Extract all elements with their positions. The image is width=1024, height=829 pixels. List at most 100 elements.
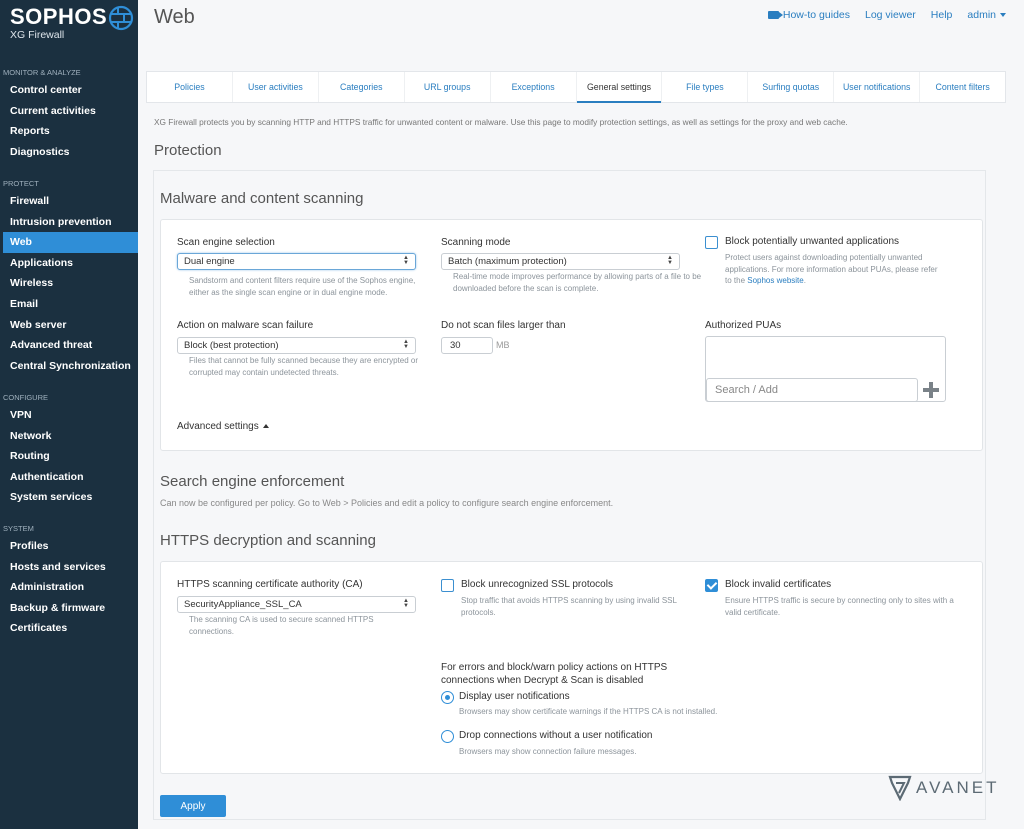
scanning-mode-value: Batch (maximum protection): [448, 256, 567, 267]
select-arrows-icon: ▲ ▼: [403, 255, 409, 266]
display-notifications-help: Browsers may show certificate warnings i…: [459, 707, 718, 716]
search-engine-title: Search engine enforcement: [160, 473, 345, 490]
sidebar-item-applications[interactable]: Applications: [0, 253, 138, 274]
sidebar-item-current-activities[interactable]: Current activities: [0, 101, 138, 122]
scanning-mode-help: Real-time mode improves performance by a…: [453, 272, 702, 293]
ca-help: The scanning CA is used to secure scanne…: [189, 615, 374, 636]
sidebar-item-profiles[interactable]: Profiles: [0, 536, 138, 557]
block-ssl-label: Block unrecognized SSL protocols: [461, 579, 613, 590]
sidebar-item-reports[interactable]: Reports: [0, 121, 138, 142]
help-link[interactable]: Help: [931, 9, 953, 21]
sophos-website-link[interactable]: Sophos website: [747, 276, 803, 285]
malware-section-title: Malware and content scanning: [160, 190, 364, 207]
avanet-watermark: AVANET: [888, 775, 1000, 801]
sidebar-item-diagnostics[interactable]: Diagnostics: [0, 142, 138, 163]
drop-connections-help: Browsers may show connection failure mes…: [459, 747, 637, 756]
display-notifications-radio[interactable]: [441, 691, 454, 704]
tab-exceptions[interactable]: Exceptions: [491, 72, 577, 102]
nav-section-monitor: MONITOR & ANALYZE Control center Current…: [0, 66, 138, 162]
log-viewer-link[interactable]: Log viewer: [865, 9, 916, 21]
nav-heading: PROTECT: [3, 179, 39, 188]
block-pua-help: Protect users against downloading potent…: [725, 252, 945, 287]
block-ssl-checkbox[interactable]: [441, 579, 454, 592]
sophos-logo: SOPHOS XG Firewall: [10, 4, 134, 41]
sidebar-item-central-synchronization[interactable]: Central Synchronization: [0, 356, 138, 377]
tab-file-types[interactable]: File types: [662, 72, 749, 102]
sidebar-item-web[interactable]: Web: [3, 232, 138, 253]
max-size-label: Do not scan files larger than: [441, 320, 566, 331]
max-size-input[interactable]: 30: [441, 337, 493, 354]
user-menu[interactable]: admin: [967, 9, 1006, 21]
scan-failure-label: Action on malware scan failure: [177, 320, 314, 331]
chevron-down-icon: [1000, 13, 1006, 18]
plus-icon[interactable]: [923, 382, 939, 398]
scan-failure-select[interactable]: Block (best protection) ▲ ▼: [177, 337, 416, 354]
max-size-unit: MB: [496, 340, 510, 350]
top-links: How-to guides Log viewer Help admin: [767, 9, 1006, 21]
advanced-settings-toggle[interactable]: Advanced settings: [177, 421, 269, 432]
tab-policies[interactable]: Policies: [147, 72, 233, 102]
sidebar-item-system-services[interactable]: System services: [0, 487, 138, 508]
block-invalid-cert-label: Block invalid certificates: [725, 579, 832, 590]
tab-url-groups[interactable]: URL groups: [405, 72, 491, 102]
sidebar-item-advanced-threat[interactable]: Advanced threat: [0, 335, 138, 356]
sidebar-item-wireless[interactable]: Wireless: [0, 273, 138, 294]
sidebar-item-certificates[interactable]: Certificates: [0, 618, 138, 639]
howto-guides-link[interactable]: How-to guides: [767, 9, 850, 21]
block-pua-checkbox[interactable]: [705, 236, 718, 249]
howto-label: How-to guides: [782, 9, 850, 21]
select-arrows-icon: ▲ ▼: [667, 255, 673, 266]
nav-section-protect: PROTECT Firewall Intrusion prevention We…: [0, 177, 138, 376]
https-title: HTTPS decryption and scanning: [160, 532, 376, 549]
sidebar-item-routing[interactable]: Routing: [0, 446, 138, 467]
authorized-puas-list[interactable]: Search / Add: [705, 336, 946, 402]
advanced-settings-label: Advanced settings: [177, 421, 259, 432]
tab-content-filters[interactable]: Content filters: [920, 72, 1005, 102]
ca-label: HTTPS scanning certificate authority (CA…: [177, 579, 363, 590]
errors-label: For errors and block/warn policy actions…: [441, 662, 668, 686]
sidebar-item-email[interactable]: Email: [0, 294, 138, 315]
sidebar-item-network[interactable]: Network: [0, 426, 138, 447]
user-name: admin: [967, 9, 996, 21]
sidebar-item-intrusion-prevention[interactable]: Intrusion prevention: [0, 212, 138, 233]
logo-product: XG Firewall: [10, 29, 65, 41]
sidebar-item-vpn[interactable]: VPN: [0, 405, 138, 426]
nav-heading: MONITOR & ANALYZE: [3, 68, 81, 77]
scanning-mode-select[interactable]: Batch (maximum protection) ▲ ▼: [441, 253, 680, 270]
select-arrows-icon: ▲ ▼: [403, 339, 409, 350]
apply-button[interactable]: Apply: [160, 795, 226, 817]
sidebar-item-web-server[interactable]: Web server: [0, 315, 138, 336]
block-ssl-help: Stop traffic that avoids HTTPS scanning …: [461, 596, 677, 617]
sidebar-item-administration[interactable]: Administration: [0, 577, 138, 598]
video-camera-icon: [767, 11, 783, 20]
sidebar-item-authentication[interactable]: Authentication: [0, 467, 138, 488]
block-invalid-cert-checkbox[interactable]: [705, 579, 718, 592]
scan-engine-value: Dual engine: [184, 256, 235, 267]
tab-surfing-quotas[interactable]: Surfing quotas: [748, 72, 835, 102]
sidebar-item-firewall[interactable]: Firewall: [0, 191, 138, 212]
tab-categories[interactable]: Categories: [319, 72, 405, 102]
nav-section-configure: CONFIGURE VPN Network Routing Authentica…: [0, 391, 138, 508]
drop-connections-radio[interactable]: [441, 730, 454, 743]
scan-engine-select[interactable]: Dual engine ▲ ▼: [177, 253, 416, 270]
sidebar-item-backup-firmware[interactable]: Backup & firmware: [0, 598, 138, 619]
tab-user-activities[interactable]: User activities: [233, 72, 319, 102]
nav-section-system: SYSTEM Profiles Hosts and services Admin…: [0, 522, 138, 639]
tab-general-settings[interactable]: General settings: [576, 72, 663, 103]
tab-user-notifications[interactable]: User notifications: [834, 72, 921, 102]
intro-text: XG Firewall protects you by scanning HTT…: [154, 117, 848, 127]
scan-failure-value: Block (best protection): [184, 340, 279, 351]
tab-bar: Policies User activities Categories URL …: [146, 71, 1006, 103]
logo-name: SOPHOS: [10, 4, 108, 29]
block-pua-help-suffix: .: [803, 276, 806, 285]
drop-connections-label: Drop connections without a user notifica…: [459, 730, 653, 741]
pua-search-input[interactable]: Search / Add: [706, 378, 918, 402]
malware-card: Scan engine selection Dual engine ▲ ▼ San…: [160, 219, 983, 451]
nav-heading: SYSTEM: [3, 524, 34, 533]
ca-select[interactable]: SecurityAppliance_SSL_CA ▲ ▼: [177, 596, 416, 613]
authorized-puas-label: Authorized PUAs: [705, 320, 782, 331]
sidebar-item-control-center[interactable]: Control center: [0, 80, 138, 101]
sidebar-item-hosts-and-services[interactable]: Hosts and services: [0, 557, 138, 578]
block-pua-label: Block potentially unwanted applications: [725, 236, 899, 247]
scan-failure-help: Files that cannot be fully scanned becau…: [189, 356, 419, 377]
